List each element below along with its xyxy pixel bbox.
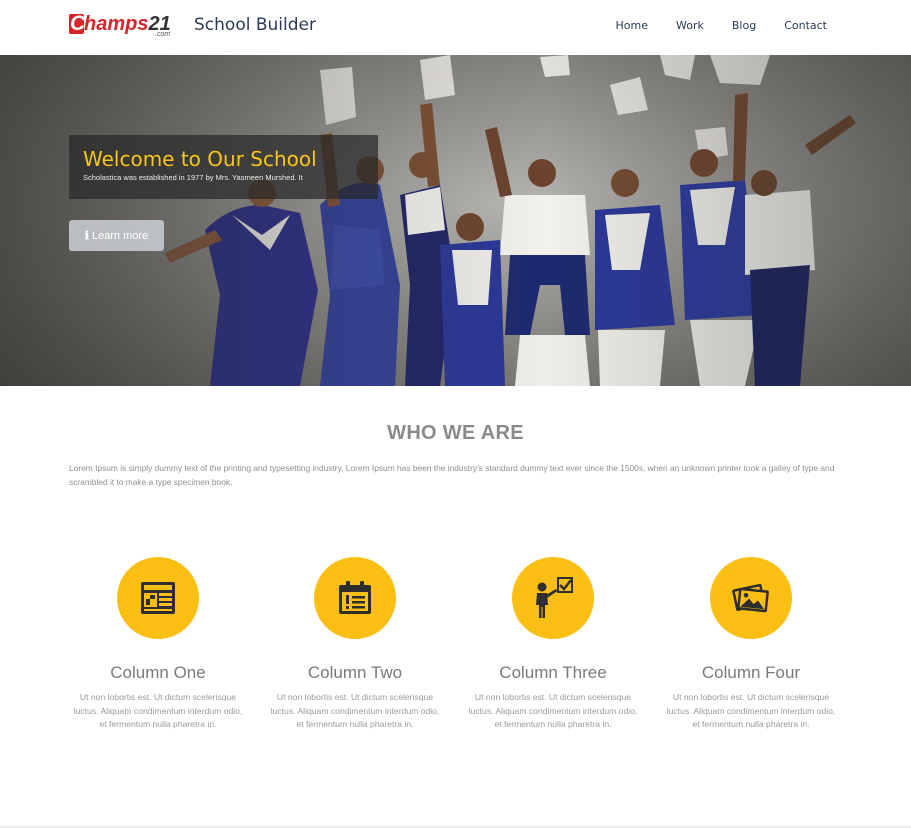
feature-title: Column Four xyxy=(701,663,801,682)
hero-banner: Welcome to Our School Scholastica was es… xyxy=(0,55,911,386)
feature-text: Ut non lobortis est. Ut dictum scelerisq… xyxy=(666,692,836,729)
site-title[interactable]: School Builder xyxy=(194,15,316,35)
newspaper-icon xyxy=(141,582,175,614)
feature-title: Column One xyxy=(110,663,206,682)
site-header: C hamps21 .com School Builder Home Work … xyxy=(0,0,911,55)
section-title: WHO WE ARE xyxy=(387,422,524,444)
nav-work[interactable]: Work xyxy=(676,19,704,32)
photos-icon xyxy=(732,583,769,613)
nav-contact[interactable]: Contact xyxy=(784,19,827,32)
feature-column-two: Column Two Ut non lobortis est. Ut dictu… xyxy=(266,557,444,732)
learn-more-button[interactable]: ℹ Learn more xyxy=(69,220,164,251)
welcome-panel: Welcome to Our School Scholastica was es… xyxy=(69,135,378,199)
feature-column-one: Column One Ut non lobortis est. Ut dictu… xyxy=(69,557,247,732)
logo-word: hamps xyxy=(84,13,149,35)
calendar-list-icon xyxy=(339,581,371,614)
info-icon: ℹ xyxy=(84,229,89,242)
feature-text: Ut non lobortis est. Ut dictum scelerisq… xyxy=(73,692,243,729)
feature-text: Ut non lobortis est. Ut dictum scelerisq… xyxy=(270,692,440,729)
feature-icon-circle xyxy=(710,557,792,639)
logo-letter: C xyxy=(70,12,86,35)
learn-more-label: Learn more xyxy=(91,229,149,242)
main-nav: Home Work Blog Contact xyxy=(588,19,827,32)
brand-logo[interactable]: C hamps21 .com xyxy=(69,12,185,38)
feature-text: Ut non lobortis est. Ut dictum scelerisq… xyxy=(468,692,638,729)
hero-subtitle: Scholastica was established in 1977 by M… xyxy=(83,173,303,182)
feature-icon-circle xyxy=(117,557,199,639)
feature-column-four: Column Four Ut non lobortis est. Ut dict… xyxy=(662,557,840,732)
feature-title: Column Two xyxy=(307,663,403,682)
feature-icon-circle xyxy=(512,557,594,639)
feature-title: Column Three xyxy=(499,663,607,682)
feature-icon-circle xyxy=(314,557,396,639)
logo-suffix: .com xyxy=(155,31,171,38)
section-intro: Lorem Ipsum is simply dummy text of the … xyxy=(69,463,835,487)
hero-title: Welcome to Our School xyxy=(83,147,317,171)
nav-home[interactable]: Home xyxy=(616,19,648,32)
feature-column-three: Column Three Ut non lobortis est. Ut dic… xyxy=(464,557,642,732)
presenter-icon xyxy=(536,577,573,618)
nav-blog[interactable]: Blog xyxy=(732,19,756,32)
